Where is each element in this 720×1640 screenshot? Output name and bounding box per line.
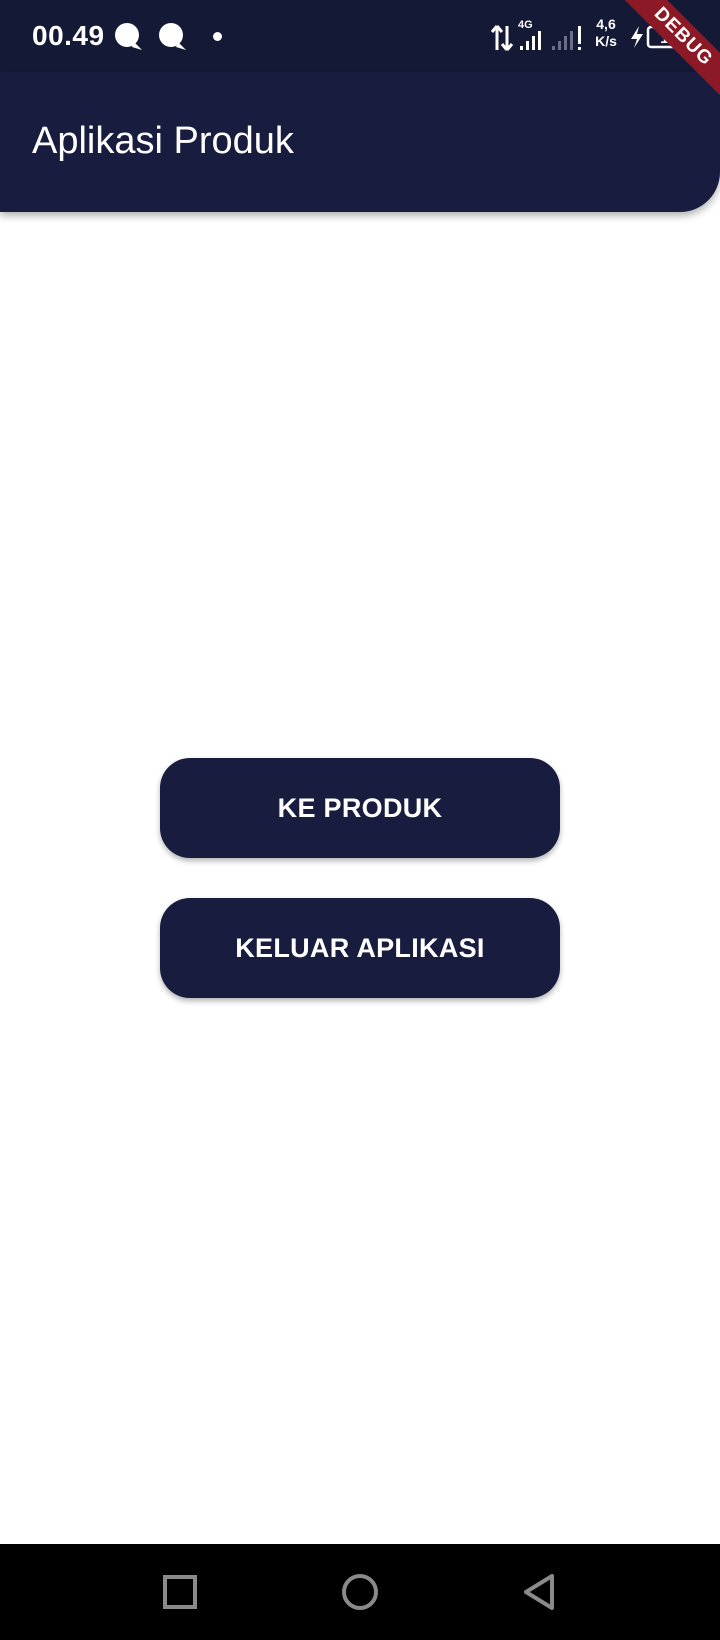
- app-title: Aplikasi Produk: [32, 120, 294, 162]
- exit-app-button[interactable]: KELUAR APLIKASI: [160, 898, 560, 998]
- network-type-label: 4G: [518, 19, 533, 31]
- back-triangle-icon[interactable]: [516, 1568, 564, 1616]
- app-screen: 00.49 4G 4,6 K/s DEBUG Aplikasi Produk K…: [0, 0, 720, 1640]
- home-circle-icon[interactable]: [336, 1568, 384, 1616]
- net-speed-unit: K/s: [595, 33, 617, 49]
- charging-icon: [631, 26, 643, 48]
- net-speed: 4,6 K/s: [588, 16, 624, 50]
- app-bar: Aplikasi Produk: [0, 72, 720, 212]
- signal-4g-icon: 4G: [518, 19, 541, 50]
- net-speed-value: 4,6: [596, 16, 616, 32]
- notification-dot-icon: [213, 32, 222, 41]
- data-transfer-icon: [490, 25, 514, 51]
- to-products-button[interactable]: KE PRODUK: [160, 758, 560, 858]
- status-bar: 00.49 4G 4,6 K/s: [0, 0, 720, 72]
- status-time: 00.49: [32, 20, 105, 51]
- navigation-bar: [0, 1544, 720, 1640]
- recents-square-icon[interactable]: [156, 1568, 204, 1616]
- signal-weak-icon: [552, 26, 581, 50]
- chat-bubble-icon: [159, 23, 186, 50]
- chat-bubble-icon: [115, 23, 142, 50]
